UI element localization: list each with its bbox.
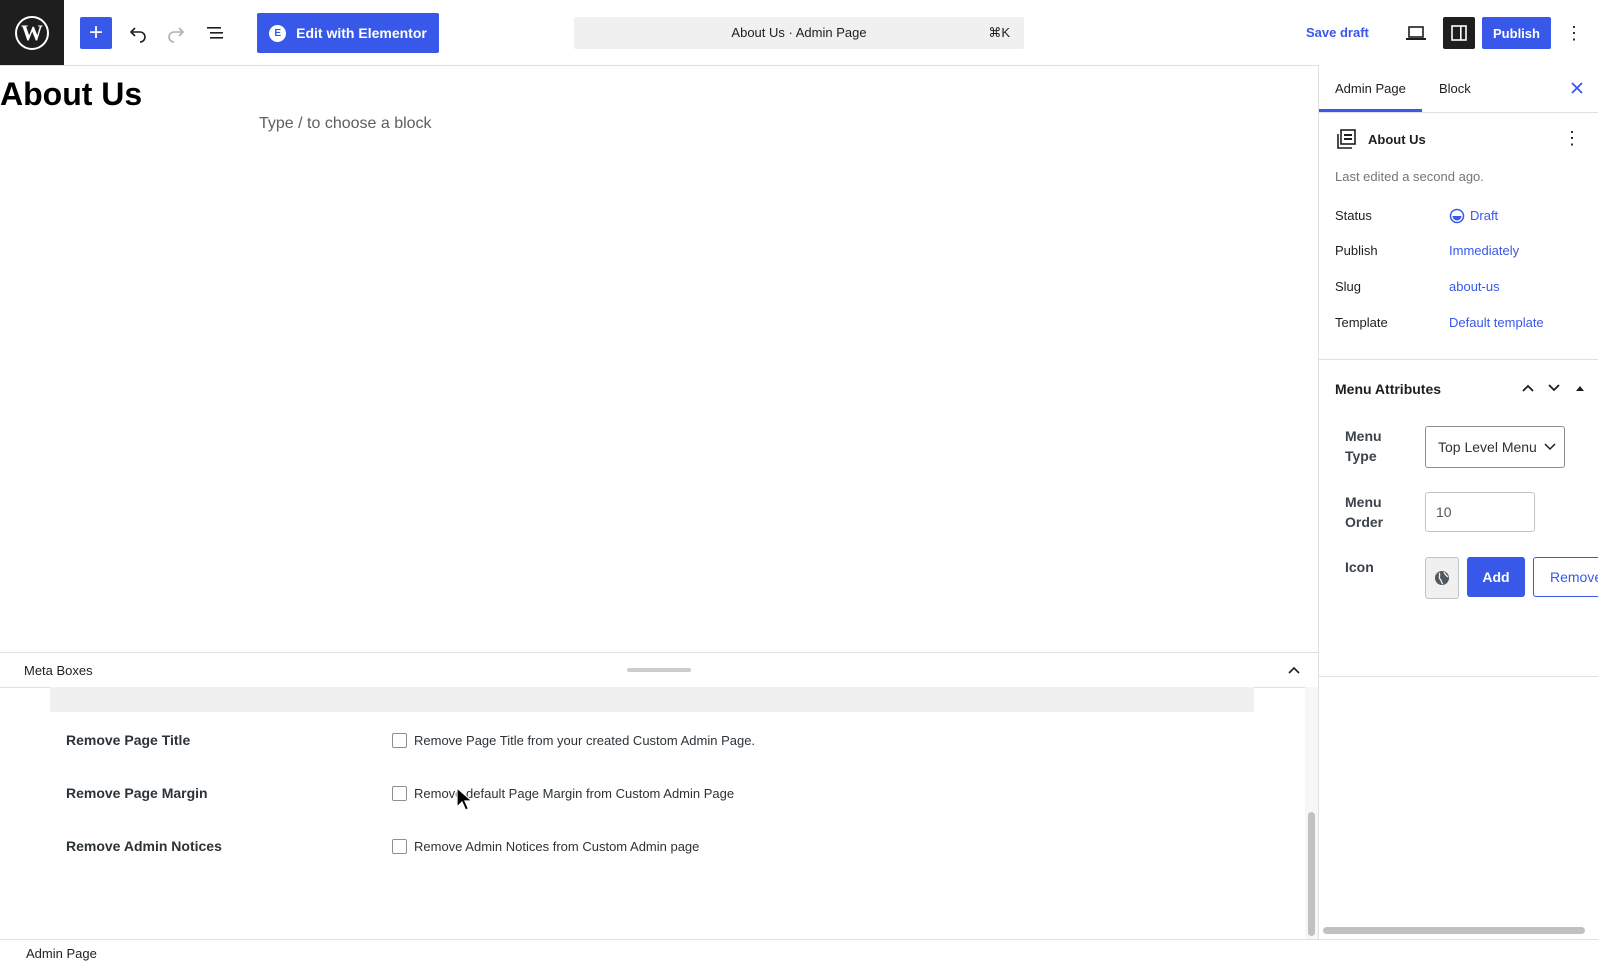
panel-divider (1319, 359, 1598, 360)
sidebar-tabs: Admin Page Block (1319, 65, 1598, 113)
move-up-button[interactable] (1518, 378, 1538, 398)
redo-button[interactable] (160, 17, 192, 49)
meta-boxes-scrollbar[interactable] (1308, 812, 1315, 936)
settings-sidebar: Admin Page Block About Us ⋮ Last edited … (1318, 65, 1598, 939)
preview-button[interactable] (1400, 17, 1432, 49)
block-placeholder[interactable]: Type / to choose a block (259, 115, 432, 133)
vertical-ellipsis-icon: ⋮ (1565, 22, 1583, 43)
menu-type-value: Top Level Menu (1438, 439, 1537, 455)
sidebar-horizontal-scrollbar[interactable] (1323, 927, 1585, 934)
menu-attributes-title[interactable]: Menu Attributes (1335, 381, 1441, 397)
editor-header: W + E Edit with Elementor About Us · Adm… (0, 0, 1598, 66)
meta-boxes-header: Meta Boxes (0, 652, 1318, 688)
meta-boxes-resize-handle[interactable] (627, 668, 691, 672)
command-shortcut: ⌘K (988, 25, 1010, 40)
chevron-down-icon (1548, 384, 1560, 392)
draft-status-icon (1449, 208, 1465, 227)
publish-date-button[interactable]: Immediately (1449, 243, 1519, 258)
mouse-cursor-icon (456, 787, 474, 811)
slug-value-button[interactable]: about-us (1449, 279, 1500, 294)
meta-row-remove-page-title: Remove Page Title Remove Page Title from… (0, 727, 1300, 757)
plus-icon: + (88, 19, 103, 46)
globe-icon (1435, 571, 1449, 585)
meta-row-remove-page-margin: Remove Page Margin Remove default Page M… (0, 780, 1300, 810)
laptop-icon (1406, 26, 1426, 40)
elementor-button-label: Edit with Elementor (296, 25, 427, 41)
chevron-up-icon (1522, 384, 1534, 392)
add-icon-button[interactable]: Add (1467, 557, 1525, 597)
tab-admin-page[interactable]: Admin Page (1335, 81, 1406, 96)
status-label: Status (1335, 208, 1372, 223)
list-view-icon (207, 27, 223, 39)
tab-block[interactable]: Block (1439, 81, 1471, 96)
close-icon (1571, 82, 1583, 94)
remove-page-title-checkbox[interactable] (392, 733, 407, 748)
meta-description: Remove Admin Notices from Custom Admin p… (414, 839, 700, 854)
close-sidebar-button[interactable] (1567, 78, 1587, 98)
meta-box-section-bar (50, 687, 1254, 712)
page-title[interactable]: About Us (0, 76, 142, 113)
editor-footer: Admin Page (0, 939, 1598, 965)
template-label: Template (1335, 315, 1388, 330)
triangle-up-icon (1576, 386, 1584, 391)
icon-label: Icon (1345, 559, 1374, 575)
panel-divider (1319, 676, 1598, 677)
svg-text:W: W (21, 20, 43, 45)
post-card-title: About Us (1368, 132, 1426, 147)
meta-boxes-collapse-button[interactable] (1284, 660, 1304, 680)
meta-boxes-title: Meta Boxes (24, 663, 93, 678)
active-tab-indicator (1319, 109, 1422, 112)
publish-label: Publish (1335, 243, 1378, 258)
remove-page-margin-checkbox[interactable] (392, 786, 407, 801)
last-edited-text: Last edited a second ago. (1335, 169, 1484, 184)
slug-label: Slug (1335, 279, 1362, 294)
move-down-button[interactable] (1544, 378, 1564, 398)
block-inserter-button[interactable]: + (80, 17, 112, 49)
redo-icon (168, 27, 185, 43)
chevron-up-icon (1288, 666, 1300, 674)
meta-label: Remove Admin Notices (66, 838, 222, 854)
remove-admin-notices-checkbox[interactable] (392, 839, 407, 854)
menu-order-label: Menu Order (1345, 494, 1384, 530)
menu-order-input[interactable]: 10 (1425, 492, 1535, 532)
options-menu-button[interactable]: ⋮ (1560, 17, 1588, 49)
document-overview-button[interactable] (199, 17, 231, 49)
vertical-ellipsis-icon: ⋮ (1563, 128, 1581, 148)
status-value-button[interactable]: Draft (1470, 208, 1498, 223)
meta-label: Remove Page Margin (66, 785, 208, 801)
remove-icon-button[interactable]: Remove (1533, 557, 1598, 597)
settings-sidebar-toggle[interactable] (1443, 17, 1475, 49)
meta-row-remove-admin-notices: Remove Admin Notices Remove Admin Notice… (0, 833, 1300, 863)
elementor-icon: E (269, 24, 287, 42)
meta-label: Remove Page Title (66, 732, 191, 748)
publish-button[interactable]: Publish (1482, 17, 1551, 49)
document-title: About Us · Admin Page (731, 25, 867, 40)
block-breadcrumb[interactable]: Admin Page (26, 946, 97, 961)
wordpress-logo-icon[interactable]: W (0, 0, 64, 65)
collapse-panel-button[interactable] (1570, 378, 1590, 398)
menu-type-select[interactable]: Top Level Menu (1425, 426, 1565, 468)
edit-with-elementor-button[interactable]: E Edit with Elementor (257, 13, 439, 53)
post-actions-button[interactable]: ⋮ (1563, 128, 1581, 149)
undo-button[interactable] (122, 17, 154, 49)
menu-icon-preview (1425, 557, 1459, 599)
undo-icon (129, 27, 146, 43)
sidebar-icon (1451, 25, 1467, 41)
save-draft-button[interactable]: Save draft (1306, 25, 1369, 40)
meta-description: Remove Page Title from your created Cust… (414, 733, 756, 748)
command-palette-bar[interactable]: About Us · Admin Page ⌘K (574, 17, 1024, 49)
page-icon (1337, 129, 1357, 152)
template-value-button[interactable]: Default template (1449, 315, 1544, 330)
chevron-down-icon (1544, 443, 1556, 451)
menu-type-label: Menu Type (1345, 428, 1382, 464)
